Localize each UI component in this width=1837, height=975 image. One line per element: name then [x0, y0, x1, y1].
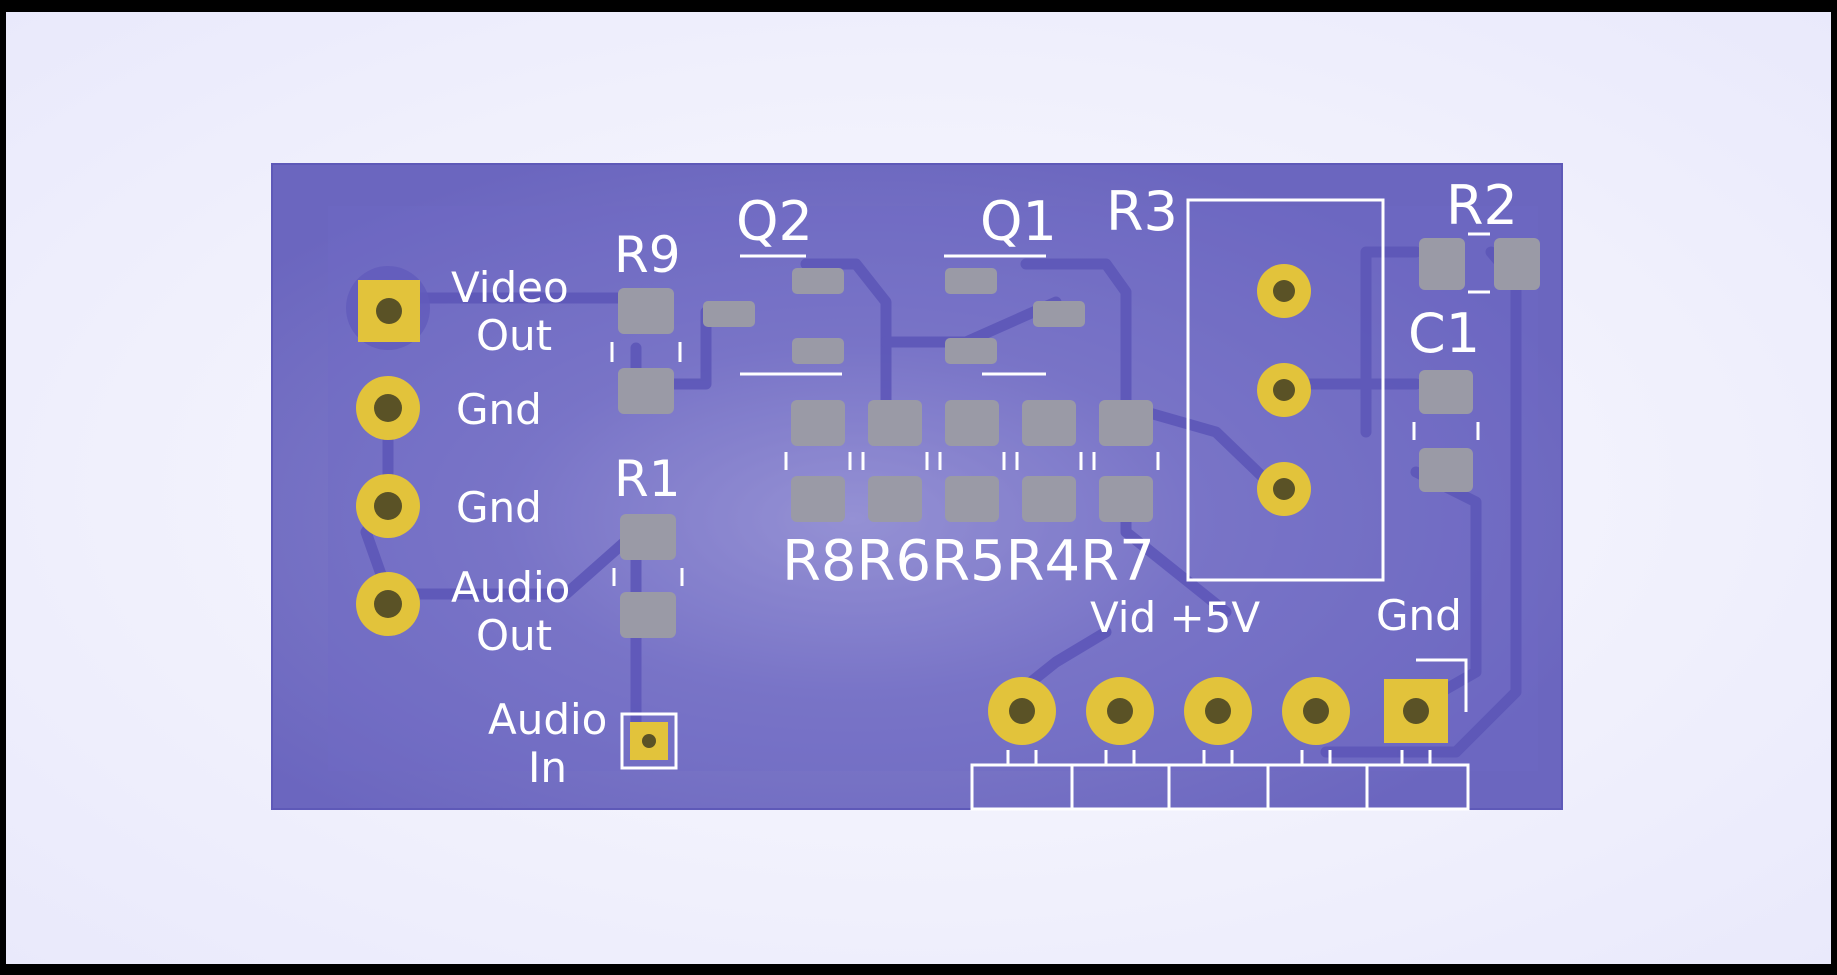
label-audio-in-1: Audio: [488, 695, 607, 744]
label-resistor-row: R8R6R5R4R7: [782, 529, 1155, 594]
label-audio-in-2: In: [528, 743, 567, 792]
label-audio-out-1: Audio: [451, 563, 570, 612]
pcb-render: Video Out Gnd Gnd Audio Out Audio In R9 …: [271, 163, 1563, 811]
label-gnd-1: Gnd: [456, 385, 542, 434]
label-r3: R3: [1106, 180, 1178, 243]
label-gnd-2: Gnd: [456, 483, 542, 532]
render-viewport: Video Out Gnd Gnd Audio Out Audio In R9 …: [6, 12, 1831, 964]
label-video-out-1: Video: [451, 263, 569, 312]
label-c1: C1: [1408, 302, 1480, 365]
label-q1: Q1: [980, 190, 1057, 253]
audio-in-pad: [620, 712, 678, 770]
label-audio-out-2: Out: [476, 611, 552, 660]
label-video-out-2: Out: [476, 311, 552, 360]
label-header-gnd: Gnd: [1376, 591, 1462, 640]
label-r1: R1: [614, 450, 681, 508]
label-r9: R9: [614, 226, 681, 284]
label-r2: R2: [1446, 174, 1518, 237]
label-q2: Q2: [736, 190, 813, 253]
label-header-vid-5v: Vid +5V: [1090, 593, 1260, 642]
